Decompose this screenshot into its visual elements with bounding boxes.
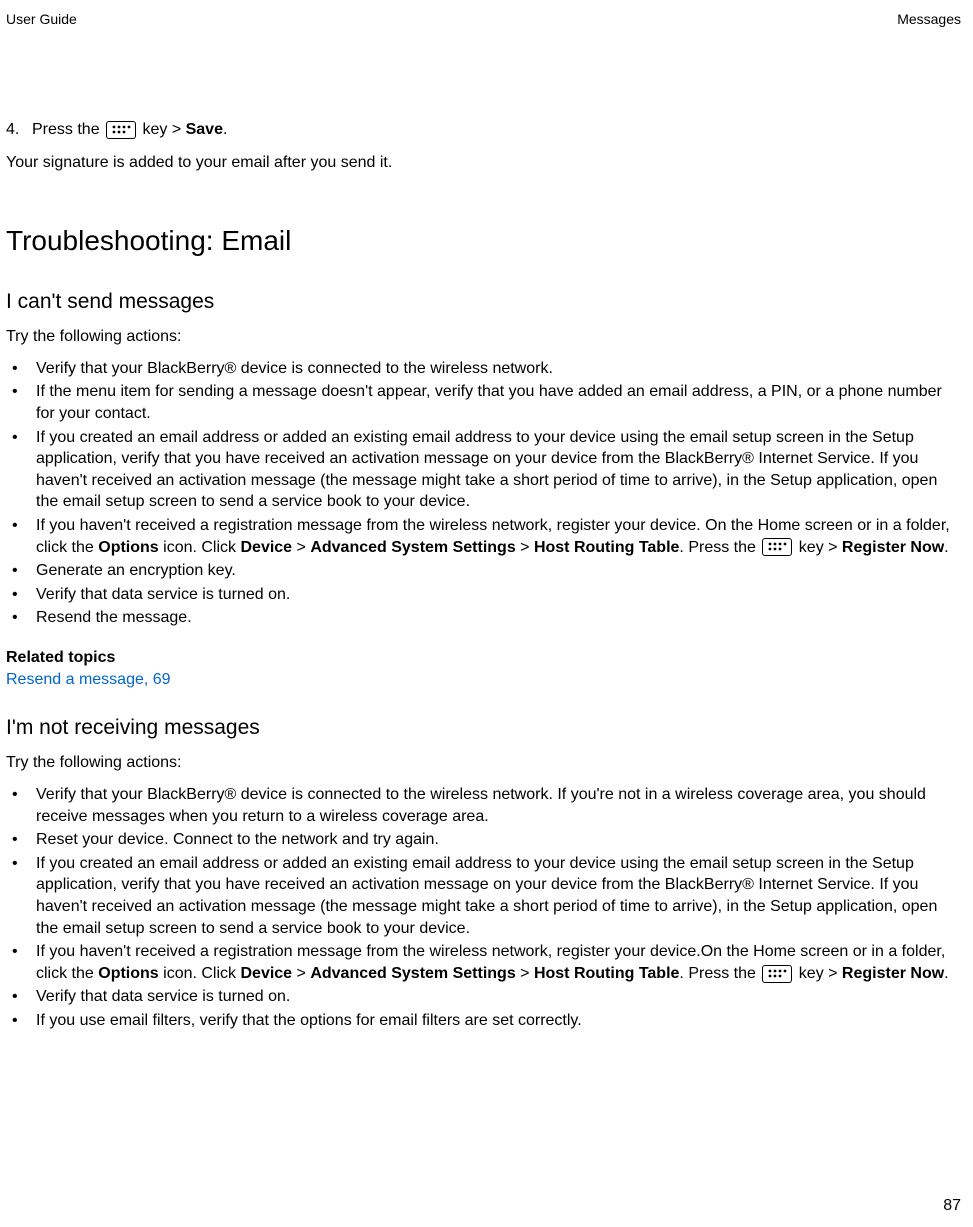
related-topics-block: Related topics Resend a message, 69 xyxy=(6,647,961,690)
advanced-label: Advanced System Settings xyxy=(310,539,515,556)
list-item: Generate an encryption key. xyxy=(6,560,961,582)
signature-note: Your signature is added to your email af… xyxy=(6,152,961,174)
list-item: If you haven't received a registration m… xyxy=(6,941,961,984)
list-item: If you use email filters, verify that th… xyxy=(6,1010,961,1032)
register-label: Register Now xyxy=(842,539,944,556)
list-item: If you created an email address or added… xyxy=(6,853,961,939)
list-item: Resend the message. xyxy=(6,607,961,629)
step-4: 4. Press the key > Save. xyxy=(6,119,961,141)
related-link-resend[interactable]: Resend a message, 69 xyxy=(6,669,961,691)
list-item: Verify that your BlackBerry® device is c… xyxy=(6,784,961,827)
save-label: Save xyxy=(186,121,223,138)
text: . xyxy=(944,965,948,982)
text: > xyxy=(292,965,310,982)
text: . Press the xyxy=(679,965,760,982)
text: icon. Click xyxy=(159,965,241,982)
list-item: If the menu item for sending a message d… xyxy=(6,381,961,424)
menu-key-icon xyxy=(106,121,136,139)
bullet-list-not-receiving: Verify that your BlackBerry® device is c… xyxy=(6,784,961,1032)
step-text: Press the key > Save. xyxy=(32,119,227,141)
register-label: Register Now xyxy=(842,965,944,982)
list-item: If you created an email address or added… xyxy=(6,427,961,513)
step-number: 4. xyxy=(6,119,32,141)
advanced-label: Advanced System Settings xyxy=(310,965,515,982)
options-label: Options xyxy=(98,539,158,556)
page-number: 87 xyxy=(943,1195,961,1217)
text: . xyxy=(223,121,227,138)
list-item: Verify that data service is turned on. xyxy=(6,584,961,606)
text: key > xyxy=(794,539,842,556)
list-item: If you haven't received a registration m… xyxy=(6,515,961,558)
text: icon. Click xyxy=(159,539,241,556)
bullet-list-cant-send: Verify that your BlackBerry® device is c… xyxy=(6,358,961,629)
heading-cant-send: I can't send messages xyxy=(6,288,961,316)
list-item: Reset your device. Connect to the networ… xyxy=(6,829,961,851)
text: key > xyxy=(138,121,186,138)
heading-not-receiving: I'm not receiving messages xyxy=(6,714,961,742)
header-left: User Guide xyxy=(6,10,77,29)
text: key > xyxy=(794,965,842,982)
header-right: Messages xyxy=(897,10,961,29)
intro-text: Try the following actions: xyxy=(6,326,961,348)
text: > xyxy=(292,539,310,556)
list-item: Verify that data service is turned on. xyxy=(6,986,961,1008)
menu-key-icon xyxy=(762,538,792,556)
menu-key-icon xyxy=(762,965,792,983)
heading-troubleshooting: Troubleshooting: Email xyxy=(6,222,961,260)
list-item: Verify that your BlackBerry® device is c… xyxy=(6,358,961,380)
text: . Press the xyxy=(679,539,760,556)
page-header: User Guide Messages xyxy=(6,10,961,29)
text: > xyxy=(516,539,534,556)
host-label: Host Routing Table xyxy=(534,539,679,556)
related-topics-label: Related topics xyxy=(6,647,961,669)
device-label: Device xyxy=(240,539,292,556)
text: Press the xyxy=(32,121,104,138)
text: > xyxy=(516,965,534,982)
options-label: Options xyxy=(98,965,158,982)
text: . xyxy=(944,539,948,556)
intro-text: Try the following actions: xyxy=(6,752,961,774)
host-label: Host Routing Table xyxy=(534,965,679,982)
device-label: Device xyxy=(240,965,292,982)
